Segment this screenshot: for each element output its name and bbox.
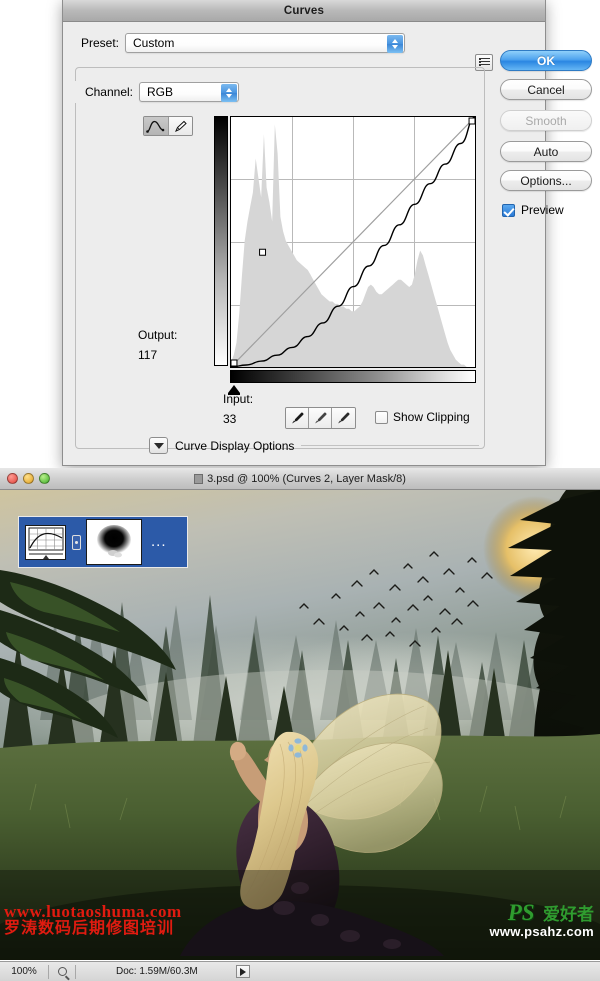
preset-value: Custom: [133, 36, 175, 50]
output-gradient-bar: [214, 116, 228, 366]
curves-thumb-glyph: [28, 527, 64, 559]
zoom-button-icon[interactable]: [39, 473, 50, 484]
auto-button[interactable]: Auto: [500, 141, 592, 162]
preset-dropdown[interactable]: Custom: [125, 33, 405, 53]
layer-mask-thumbnail[interactable]: [86, 519, 142, 565]
channel-label: Channel:: [84, 85, 133, 99]
watermark-right: PS 爱好者 www.psahz.com: [489, 901, 594, 938]
eyedropper-glyph-white: [338, 412, 350, 424]
curve-display-options-row[interactable]: Curve Display Options: [149, 437, 479, 454]
image-canvas[interactable]: ... www.luotaoshuma.com 罗涛数码后期修图培训 PS 爱好…: [0, 490, 600, 960]
screen-root: Curves Preset: Custom Channel: RGB Outpu…: [0, 0, 600, 981]
close-button-icon[interactable]: [7, 473, 18, 484]
document-window: 3.psd @ 100% (Curves 2, Layer Mask/8) ..…: [0, 468, 600, 981]
curve-plot-area[interactable]: [230, 116, 476, 368]
minimize-button-icon[interactable]: [23, 473, 34, 484]
preview-checkbox[interactable]: Preview: [502, 203, 600, 217]
eyedropper-glyph-gray: [314, 412, 326, 424]
output-readout: Output: 117: [138, 328, 177, 362]
input-gradient-bar: [230, 370, 476, 383]
mask-thumb-glyph: [89, 522, 139, 562]
curve-tool-group: [143, 116, 193, 136]
channel-stepper-icon[interactable]: [221, 84, 237, 102]
input-value: 33: [223, 412, 237, 426]
curve-display-options-label: Curve Display Options: [175, 438, 295, 453]
ok-button[interactable]: OK: [500, 50, 592, 71]
watermark-logo-row: PS 爱好者: [489, 901, 594, 924]
channel-dropdown[interactable]: RGB: [139, 82, 239, 102]
watermark-left: www.luotaoshuma.com 罗涛数码后期修图培训: [4, 903, 182, 937]
curves-dialog: Curves Preset: Custom Channel: RGB Outpu…: [62, 0, 592, 466]
curve-tool-icon[interactable]: [144, 117, 168, 135]
cancel-button[interactable]: Cancel: [500, 79, 592, 100]
gray-point-eyedropper-icon[interactable]: [309, 408, 332, 428]
traffic-lights: [7, 473, 50, 484]
eyedropper-glyph-black: [291, 412, 303, 424]
watermark-url-right: www.psahz.com: [489, 924, 594, 939]
preset-row: Preset: Custom: [63, 32, 433, 54]
watermark-url-left: www.luotaoshuma.com: [4, 902, 182, 921]
preview-label: Preview: [521, 203, 564, 217]
eyedropper-group: [285, 407, 356, 429]
document-size-info: Doc: 1.59M/60.3M: [116, 966, 198, 977]
dialog-button-column: OK Cancel Smooth Auto Options... Preview: [500, 50, 600, 217]
status-bar: 100% Doc: 1.59M/60.3M: [0, 961, 600, 981]
watermark-ps-logo: PS: [507, 900, 535, 925]
output-label: Output:: [138, 328, 178, 342]
layer-overflow-dots[interactable]: ...: [151, 534, 167, 549]
status-zoom-icon: [49, 967, 75, 976]
curve-graph[interactable]: [214, 116, 476, 395]
section-divider: [301, 445, 479, 446]
preview-box-icon[interactable]: [502, 203, 515, 217]
zoom-level[interactable]: 100%: [0, 966, 48, 977]
pencil-glyph: [175, 120, 187, 132]
status-menu-arrow-icon[interactable]: [235, 965, 250, 978]
list-lines-icon: [478, 58, 490, 67]
preset-stepper-icon[interactable]: [387, 35, 403, 53]
options-button[interactable]: Options...: [500, 170, 592, 191]
document-title-wrap: 3.psd @ 100% (Curves 2, Layer Mask/8): [194, 473, 406, 485]
channel-row: Channel: RGB: [63, 81, 423, 103]
layer-link-icon[interactable]: [72, 534, 81, 550]
output-value: 117: [138, 348, 158, 362]
white-point-eyedropper-icon[interactable]: [332, 408, 355, 428]
show-clipping-checkbox[interactable]: Show Clipping: [375, 410, 470, 424]
layers-panel-overlay[interactable]: ...: [18, 516, 188, 568]
disclosure-triangle-icon[interactable]: [149, 437, 168, 454]
control-point-selected: [260, 249, 266, 255]
dialog-titlebar[interactable]: Curves: [63, 0, 545, 22]
preset-label: Preset:: [80, 36, 119, 50]
document-titlebar[interactable]: 3.psd @ 100% (Curves 2, Layer Mask/8): [0, 468, 600, 490]
curve-control-points[interactable]: [231, 117, 475, 367]
black-point-eyedropper-icon[interactable]: [286, 408, 309, 428]
watermark-cn-right: 爱好者: [543, 905, 594, 924]
input-readout: Input: 33: [223, 392, 253, 426]
control-point-white: [469, 118, 475, 124]
show-clipping-box-icon[interactable]: [375, 410, 388, 424]
watermark-cn-left: 罗涛数码后期修图培训: [4, 920, 175, 937]
smooth-button: Smooth: [500, 110, 592, 131]
dialog-title: Curves: [283, 4, 325, 17]
document-title: 3.psd @ 100% (Curves 2, Layer Mask/8): [207, 472, 406, 485]
document-proxy-icon: [194, 473, 204, 484]
input-label: Input:: [223, 392, 254, 406]
curve-glyph: [146, 120, 165, 133]
pencil-tool-icon[interactable]: [167, 117, 192, 135]
control-point-black: [231, 360, 237, 366]
curves-adjustment-thumbnail[interactable]: [25, 524, 66, 560]
channel-value: RGB: [147, 85, 174, 99]
show-clipping-label: Show Clipping: [393, 410, 470, 424]
dialog-body: Preset: Custom Channel: RGB Output: 117 …: [63, 22, 592, 465]
